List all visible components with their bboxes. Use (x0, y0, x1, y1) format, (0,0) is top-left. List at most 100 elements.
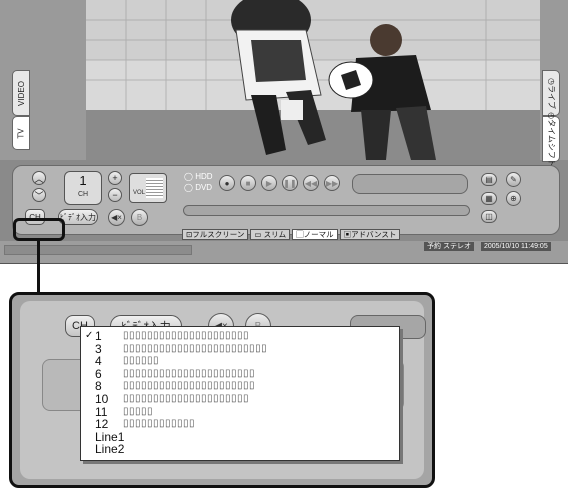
callout-connector (37, 240, 40, 293)
fast-forward-button[interactable]: ▶▶ (324, 175, 340, 191)
program-title: ▯▯▯▯▯▯▯▯▯▯▯▯ (123, 418, 196, 430)
capture-button[interactable]: ◫ (481, 210, 497, 223)
stop-button[interactable]: ■ (240, 175, 256, 191)
program-title: ▯▯▯▯▯▯▯▯▯▯▯▯▯▯▯▯▯▯▯▯▯▯ (123, 380, 256, 392)
tab-video-label: VIDEO (16, 80, 26, 106)
list-icon: ▤ (485, 175, 493, 184)
callout-highlight (13, 218, 65, 241)
video-display[interactable] (86, 0, 540, 160)
sub-audio-label: B (136, 213, 143, 222)
pause-icon: ❚❚ (283, 178, 297, 188)
channel-num: Line2 (95, 442, 125, 457)
web-button[interactable]: ⊕ (506, 191, 521, 206)
seek-bar[interactable] (183, 205, 470, 216)
camera-icon: ◫ (485, 212, 493, 221)
program-title: ▯▯▯▯▯▯▯▯▯▯▯▯▯▯▯▯▯▯▯▯▯▯▯▯ (123, 342, 268, 354)
record-button[interactable]: ● (219, 175, 235, 191)
channel-num: 12 (95, 417, 109, 432)
calendar-icon: ▦ (485, 194, 493, 203)
display-mode-bar: ⊡フルスクリーン ▭ スリム ▢ノーマル ▣アドバンスト (182, 229, 401, 240)
program-title: ▯▯▯▯▯▯ (123, 355, 160, 367)
mute-icon: ◀× (111, 213, 122, 222)
mute-button[interactable]: ◀× (108, 209, 125, 226)
tab-tv[interactable]: TV (12, 116, 30, 150)
volume-label: VOL (133, 190, 146, 196)
channel-list-item[interactable]: 12 ▯▯▯▯▯▯▯▯▯▯▯▯ (85, 418, 393, 431)
program-title: ▯▯▯▯▯▯▯▯▯▯▯▯▯▯▯▯▯▯▯▯▯ (123, 392, 250, 404)
plus-icon: + (112, 173, 118, 183)
program-title: ▯▯▯▯▯ (123, 405, 154, 417)
source-hdd-label: HDD (195, 172, 213, 181)
video-input-button-label: ﾋﾞﾃﾞｵ入力 (60, 212, 96, 222)
volume-down-button[interactable]: − (108, 188, 122, 202)
tab-video[interactable]: VIDEO (12, 70, 30, 116)
pause-button[interactable]: ❚❚ (282, 175, 298, 191)
tab-timeshift[interactable]: ◴タイムシフト (542, 112, 560, 166)
source-dvd-label: DVD (195, 183, 213, 192)
program-title: ▯▯▯▯▯▯▯▯▯▯▯▯▯▯▯▯▯▯▯▯▯ (123, 330, 250, 341)
tab-live-label: ◷ライブ (546, 77, 556, 109)
audio-status: 予約 ステレオ (424, 242, 474, 251)
channel-unit-label: CH (77, 191, 89, 198)
tab-timeshift-text: タイムシフト (546, 118, 556, 167)
channel-dropdown-list[interactable]: ✓ 1 ▯▯▯▯▯▯▯▯▯▯▯▯▯▯▯▯▯▯▯▯▯ 3 ▯▯▯▯▯▯▯▯▯▯▯▯▯▯▯… (80, 326, 400, 461)
settings-button[interactable]: ✎ (506, 172, 521, 187)
info-display (352, 174, 468, 194)
mode-slim[interactable]: ▭ スリム (250, 229, 291, 240)
tab-tv-label: TV (16, 127, 26, 139)
tv-application-window: VIDEO TV ◷ライブ ◴タイムシフト ︿ ﹀ 1 CH + − VOL ◯… (0, 0, 568, 264)
play-button[interactable]: ▶ (261, 175, 277, 191)
minus-icon: − (112, 190, 118, 200)
clock: 2005/10/10 11:49:05 (481, 242, 551, 251)
channel-list-item[interactable]: 3 ▯▯▯▯▯▯▯▯▯▯▯▯▯▯▯▯▯▯▯▯▯▯▯▯ (85, 342, 393, 356)
program-title: ▯▯▯▯▯▯▯▯▯▯▯▯▯▯▯▯▯▯▯▯▯▯ (123, 367, 256, 379)
channel-num: 1 (95, 329, 102, 343)
channel-number: 1 (79, 173, 87, 188)
channel-list-item[interactable]: 8 ▯▯▯▯▯▯▯▯▯▯▯▯▯▯▯▯▯▯▯▯▯▯ (85, 380, 393, 393)
play-icon: ▶ (265, 178, 273, 188)
tab-live[interactable]: ◷ライブ (542, 70, 560, 116)
chevron-up-icon: ︿ (34, 173, 44, 184)
rewind-button[interactable]: ◀◀ (303, 175, 319, 191)
channel-list-item[interactable]: 10 ▯▯▯▯▯▯▯▯▯▯▯▯▯▯▯▯▯▯▯▯▯ (85, 393, 393, 406)
fast-forward-icon: ▶▶ (325, 178, 339, 188)
volume-meter[interactable]: VOL (129, 173, 167, 203)
tab-timeshift-label: ◴タイムシフト (546, 111, 556, 167)
status-progress (4, 245, 192, 255)
channel-up-button[interactable]: ︿ (32, 171, 46, 185)
channel-list-item[interactable]: ✓ 1 ▯▯▯▯▯▯▯▯▯▯▯▯▯▯▯▯▯▯▯▯▯ (85, 330, 393, 343)
rewind-icon: ◀◀ (304, 178, 318, 188)
channel-num: 4 (95, 354, 102, 369)
channel-down-button[interactable]: ﹀ (32, 188, 46, 202)
sub-audio-button[interactable]: B (131, 209, 148, 226)
video-frame-image (86, 0, 540, 160)
mode-normal[interactable]: ▢ノーマル (292, 229, 338, 240)
mode-advanced-label: アドバンスト (351, 230, 397, 239)
volume-bars (146, 178, 163, 198)
channel-list-item[interactable]: 6 ▯▯▯▯▯▯▯▯▯▯▯▯▯▯▯▯▯▯▯▯▯▯ (85, 368, 393, 381)
mode-advanced[interactable]: ▣アドバンスト (339, 229, 401, 240)
mode-fullscreen-label: フルスクリーン (192, 230, 245, 239)
checkmark-icon: ✓ (85, 330, 94, 341)
channel-list-item[interactable]: Line2 (85, 443, 393, 456)
record-icon: ● (224, 178, 230, 188)
channel-list-item[interactable]: Line1 (85, 431, 393, 444)
reserve-button[interactable]: ▦ (481, 192, 497, 205)
stop-icon: ■ (245, 178, 251, 188)
volume-up-button[interactable]: + (108, 171, 122, 185)
channel-display: 1 CH (64, 171, 102, 205)
channel-num: 10 (95, 391, 109, 406)
source-dvd[interactable]: ◯ DVD (184, 183, 212, 192)
chevron-down-icon: ﹀ (34, 190, 44, 201)
channel-list-item[interactable]: 4 ▯▯▯▯▯▯ (85, 355, 393, 368)
channel-list-item[interactable]: 11 ▯▯▯▯▯ (85, 405, 393, 419)
status-bar: 予約 ステレオ 2005/10/10 11:49:05 (0, 241, 568, 263)
pen-icon: ✎ (510, 175, 517, 184)
epg-button[interactable]: ▤ (481, 173, 497, 186)
mode-normal-label: ノーマル (303, 230, 334, 239)
globe-icon: ⊕ (510, 194, 517, 203)
tab-live-text: ライブ (546, 84, 556, 109)
mode-fullscreen[interactable]: ⊡フルスクリーン (182, 229, 249, 240)
mode-slim-label: スリム (263, 230, 287, 239)
source-hdd[interactable]: ◯ HDD (184, 172, 213, 181)
